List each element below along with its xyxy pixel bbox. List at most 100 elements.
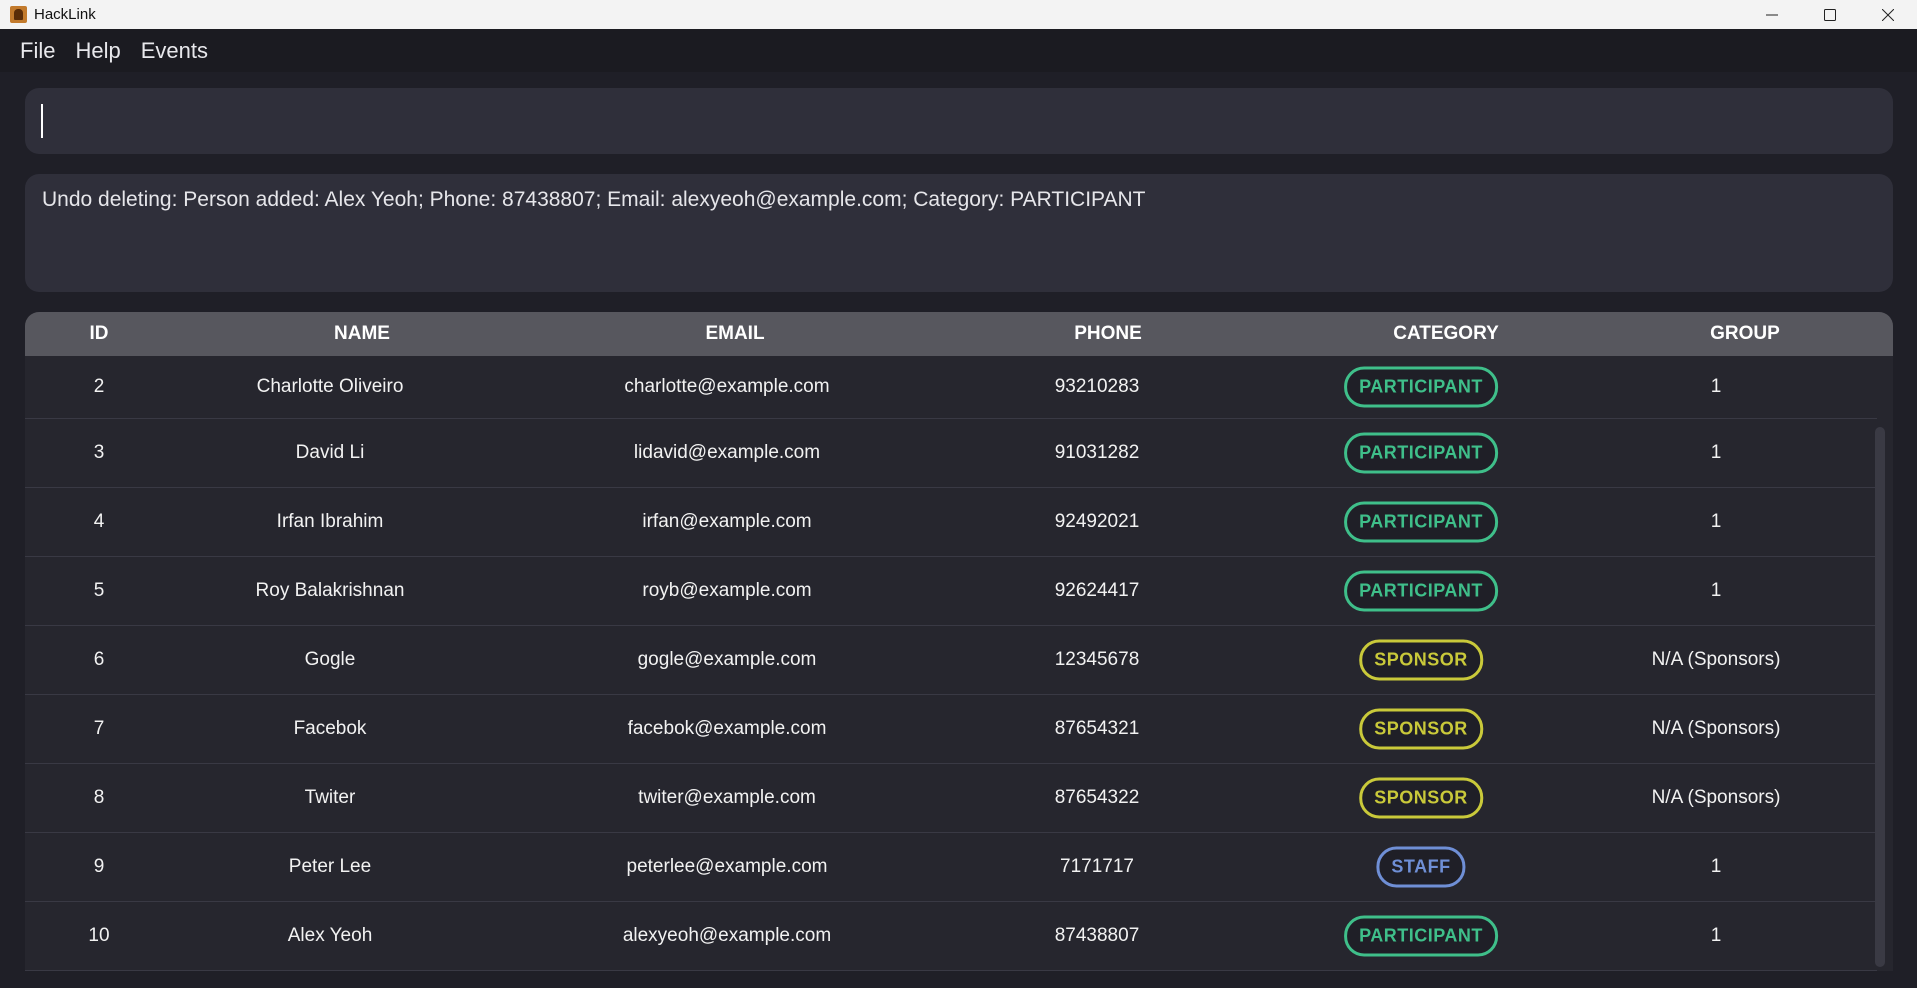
- category-badge: SPONSOR: [1359, 639, 1483, 681]
- table-row[interactable]: 7 Facebok facebok@example.com 87654321 SPONS…: [25, 695, 1877, 764]
- column-header-group[interactable]: GROUP: [1710, 312, 1780, 356]
- maximize-icon: [1824, 8, 1836, 21]
- category-badge: SPONSOR: [1359, 708, 1483, 750]
- phone-cell: 91031282: [1054, 442, 1140, 463]
- name-cell: Peter Lee: [288, 856, 372, 877]
- category-badge: PARTICIPANT: [1344, 432, 1498, 474]
- name-cell: Charlotte Oliveiro: [256, 376, 404, 397]
- menu-file[interactable]: File: [10, 29, 65, 72]
- phone-cell: 92492021: [1054, 511, 1140, 532]
- person-table: ID NAME EMAIL PHONE CATEGORY GROUP 2 Char…: [25, 312, 1893, 971]
- command-box: [25, 88, 1893, 154]
- email-cell: twiter@example.com: [638, 787, 816, 808]
- category-cell: SPONSOR: [1359, 777, 1483, 819]
- result-display: Undo deleting: Person added: Alex Yeoh; …: [25, 174, 1893, 292]
- category-badge: STAFF: [1376, 846, 1466, 888]
- group-cell: 1: [1710, 511, 1722, 532]
- id-cell: 6: [93, 649, 105, 670]
- window-controls: [1743, 0, 1917, 29]
- email-cell: charlotte@example.com: [624, 376, 830, 397]
- category-cell: PARTICIPANT: [1344, 915, 1498, 957]
- table-body: 2 Charlotte Oliveiro charlotte@example.com…: [25, 356, 1877, 971]
- table-row[interactable]: 10 Alex Yeoh alexyeoh@example.com 87438807 P…: [25, 902, 1877, 971]
- group-cell: N/A (Sponsors): [1651, 718, 1781, 739]
- table-header: ID NAME EMAIL PHONE CATEGORY GROUP: [25, 312, 1893, 356]
- window-title: HackLink: [34, 6, 96, 23]
- category-badge: SPONSOR: [1359, 777, 1483, 819]
- table-row[interactable]: 2 Charlotte Oliveiro charlotte@example.com…: [25, 356, 1877, 419]
- phone-cell: 87438807: [1054, 925, 1140, 946]
- table-row[interactable]: 5 Roy Balakrishnan royb@example.com 9262441…: [25, 557, 1877, 626]
- name-cell: Irfan Ibrahim: [276, 511, 384, 532]
- category-badge: PARTICIPANT: [1344, 915, 1498, 957]
- phone-cell: 87654321: [1054, 718, 1140, 739]
- email-cell: royb@example.com: [642, 580, 812, 601]
- group-cell: 1: [1710, 856, 1722, 877]
- group-cell: 1: [1710, 925, 1722, 946]
- id-cell: 3: [93, 442, 105, 463]
- menu-bar: File Help Events: [0, 29, 1917, 72]
- close-icon: [1882, 8, 1894, 21]
- column-header-category[interactable]: CATEGORY: [1393, 312, 1499, 356]
- id-cell: 7: [93, 718, 105, 739]
- phone-cell: 87654322: [1054, 787, 1140, 808]
- table-row[interactable]: 9 Peter Lee peterlee@example.com 7171717 STA…: [25, 833, 1877, 902]
- table-row[interactable]: 4 Irfan Ibrahim irfan@example.com 92492021 P…: [25, 488, 1877, 557]
- group-cell: 1: [1710, 442, 1722, 463]
- category-cell: PARTICIPANT: [1344, 366, 1498, 408]
- category-badge: PARTICIPANT: [1344, 366, 1498, 408]
- column-header-email[interactable]: EMAIL: [705, 312, 764, 356]
- group-cell: N/A (Sponsors): [1651, 787, 1781, 808]
- phone-cell: 7171717: [1060, 856, 1134, 877]
- name-cell: Gogle: [304, 649, 356, 670]
- menu-help[interactable]: Help: [65, 29, 130, 72]
- app-logo-icon: [10, 6, 27, 23]
- command-input[interactable]: [25, 88, 1893, 154]
- email-cell: gogle@example.com: [637, 649, 817, 670]
- result-message: Undo deleting: Person added: Alex Yeoh; …: [42, 188, 1146, 211]
- category-cell: PARTICIPANT: [1344, 501, 1498, 543]
- window-bottom-edge: [0, 971, 1917, 988]
- minimize-icon: [1766, 14, 1778, 15]
- scrollbar-thumb[interactable]: [1875, 427, 1885, 967]
- email-cell: peterlee@example.com: [626, 856, 828, 877]
- id-cell: 4: [93, 511, 105, 532]
- id-cell: 9: [93, 856, 105, 877]
- column-header-id[interactable]: ID: [90, 312, 109, 356]
- text-caret: [41, 104, 43, 138]
- category-cell: SPONSOR: [1359, 639, 1483, 681]
- category-badge: PARTICIPANT: [1344, 501, 1498, 543]
- table-row[interactable]: 3 David Li lidavid@example.com 91031282 PART…: [25, 419, 1877, 488]
- category-badge: PARTICIPANT: [1344, 570, 1498, 612]
- phone-cell: 93210283: [1054, 376, 1140, 397]
- table-row[interactable]: 8 Twiter twiter@example.com 87654322 SPONSOR…: [25, 764, 1877, 833]
- name-cell: Alex Yeoh: [287, 925, 373, 946]
- phone-cell: 92624417: [1054, 580, 1140, 601]
- column-header-name[interactable]: NAME: [334, 312, 390, 356]
- id-cell: 2: [93, 376, 105, 397]
- close-button[interactable]: [1859, 0, 1917, 29]
- phone-cell: 12345678: [1054, 649, 1140, 670]
- window-titlebar: HackLink: [0, 0, 1917, 29]
- email-cell: lidavid@example.com: [633, 442, 821, 463]
- table-row[interactable]: 6 Gogle gogle@example.com 12345678 SPONSOR N/…: [25, 626, 1877, 695]
- id-cell: 5: [93, 580, 105, 601]
- group-cell: N/A (Sponsors): [1651, 649, 1781, 670]
- column-header-phone[interactable]: PHONE: [1074, 312, 1142, 356]
- minimize-button[interactable]: [1743, 0, 1801, 29]
- category-cell: SPONSOR: [1359, 708, 1483, 750]
- category-cell: STAFF: [1376, 846, 1466, 888]
- group-cell: 1: [1710, 580, 1722, 601]
- name-cell: Facebok: [293, 718, 367, 739]
- id-cell: 8: [93, 787, 105, 808]
- maximize-button[interactable]: [1801, 0, 1859, 29]
- email-cell: facebok@example.com: [627, 718, 827, 739]
- category-cell: PARTICIPANT: [1344, 432, 1498, 474]
- category-cell: PARTICIPANT: [1344, 570, 1498, 612]
- menu-events[interactable]: Events: [131, 29, 218, 72]
- name-cell: Twiter: [304, 787, 356, 808]
- name-cell: Roy Balakrishnan: [255, 580, 405, 601]
- name-cell: David Li: [295, 442, 365, 463]
- email-cell: irfan@example.com: [642, 511, 812, 532]
- email-cell: alexyeoh@example.com: [622, 925, 832, 946]
